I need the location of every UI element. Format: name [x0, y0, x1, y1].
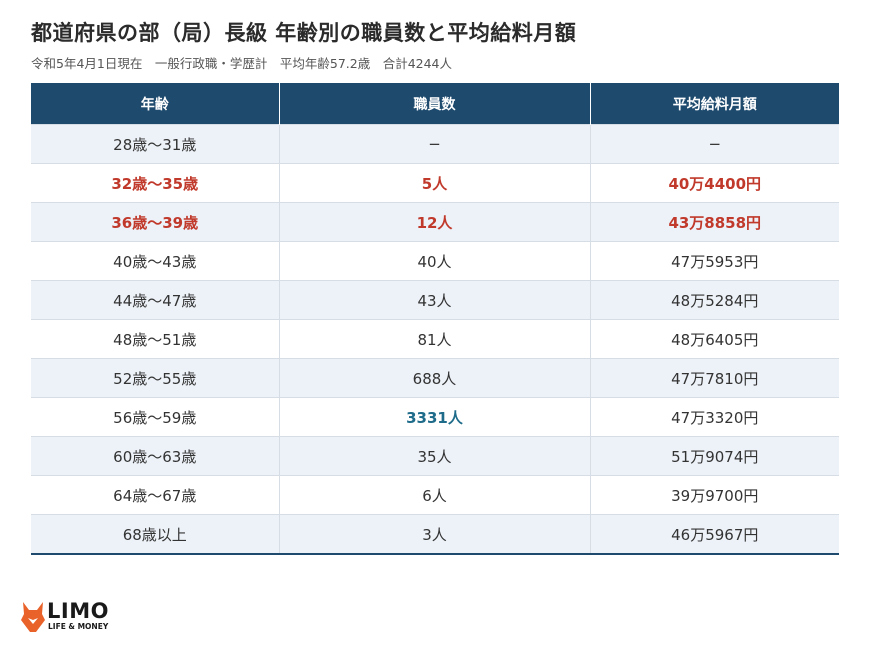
salary-cell: 43万8858円: [589, 202, 839, 242]
table-row: 60歳〜63歳 35人 51万9074円: [31, 436, 839, 476]
age-cell: 44歳〜47歳: [31, 280, 279, 320]
age-cell: 64歳〜67歳: [31, 475, 279, 515]
count-cell: 688人: [278, 358, 590, 398]
limo-logo: LIMO LIFE & MONEY: [20, 600, 120, 636]
count-cell: 43人: [278, 280, 590, 320]
count-cell: 6人: [278, 475, 590, 515]
count-cell: 12人: [278, 202, 590, 242]
salary-cell: 48万5284円: [589, 280, 839, 320]
count-cell: 40人: [278, 241, 590, 281]
table-row: 56歳〜59歳 3331人 47万3320円: [31, 397, 839, 437]
table-row: 48歳〜51歳 81人 48万6405円: [31, 319, 839, 359]
table-row: 28歳〜31歳 − −: [31, 124, 839, 164]
salary-cell: 46万5967円: [589, 514, 839, 555]
table-row: 32歳〜35歳 5人 40万4400円: [31, 163, 839, 203]
table-row: 44歳〜47歳 43人 48万5284円: [31, 280, 839, 320]
logo-name: LIMO: [47, 599, 109, 623]
table-row: 40歳〜43歳 40人 47万5953円: [31, 241, 839, 281]
age-cell: 56歳〜59歳: [31, 397, 279, 437]
header-count: 職員数: [278, 83, 590, 125]
table-row: 68歳以上 3人 46万5967円: [31, 514, 839, 555]
table-row: 36歳〜39歳 12人 43万8858円: [31, 202, 839, 242]
age-cell: 48歳〜51歳: [31, 319, 279, 359]
salary-cell: 40万4400円: [589, 163, 839, 203]
table-row: 52歳〜55歳 688人 47万7810円: [31, 358, 839, 398]
age-cell: 52歳〜55歳: [31, 358, 279, 398]
count-cell: 81人: [278, 319, 590, 359]
salary-cell: 39万9700円: [589, 475, 839, 515]
header-salary: 平均給料月額: [589, 83, 839, 125]
salary-cell: 51万9074円: [589, 436, 839, 476]
age-cell: 36歳〜39歳: [31, 202, 279, 242]
count-cell: 3331人: [278, 397, 590, 437]
salary-cell: 48万6405円: [589, 319, 839, 359]
salary-cell: 47万7810円: [589, 358, 839, 398]
logo-tagline: LIFE & MONEY: [48, 622, 109, 631]
count-cell: 35人: [278, 436, 590, 476]
count-cell: −: [278, 124, 590, 164]
count-cell: 5人: [278, 163, 590, 203]
page-subtitle: 令和5年4月1日現在 一般行政職・学歴計 平均年齢57.2歳 合計4244人: [31, 56, 453, 71]
table-header-row: 年齢 職員数 平均給料月額: [31, 83, 839, 125]
age-cell: 32歳〜35歳: [31, 163, 279, 203]
age-cell: 60歳〜63歳: [31, 436, 279, 476]
salary-cell: 47万5953円: [589, 241, 839, 281]
fox-icon: [21, 602, 45, 632]
age-cell: 40歳〜43歳: [31, 241, 279, 281]
salary-cell: 47万3320円: [589, 397, 839, 437]
header-age: 年齢: [31, 83, 279, 125]
salary-cell: −: [589, 124, 839, 164]
age-cell: 28歳〜31歳: [31, 124, 279, 164]
table-row: 64歳〜67歳 6人 39万9700円: [31, 475, 839, 515]
page-title: 都道府県の部（局）長級 年齢別の職員数と平均給料月額: [31, 21, 577, 45]
salary-table: 年齢 職員数 平均給料月額 28歳〜31歳 − −32歳〜35歳 5人 40万4400円…: [31, 83, 839, 555]
age-cell: 68歳以上: [31, 514, 279, 555]
count-cell: 3人: [278, 514, 590, 555]
